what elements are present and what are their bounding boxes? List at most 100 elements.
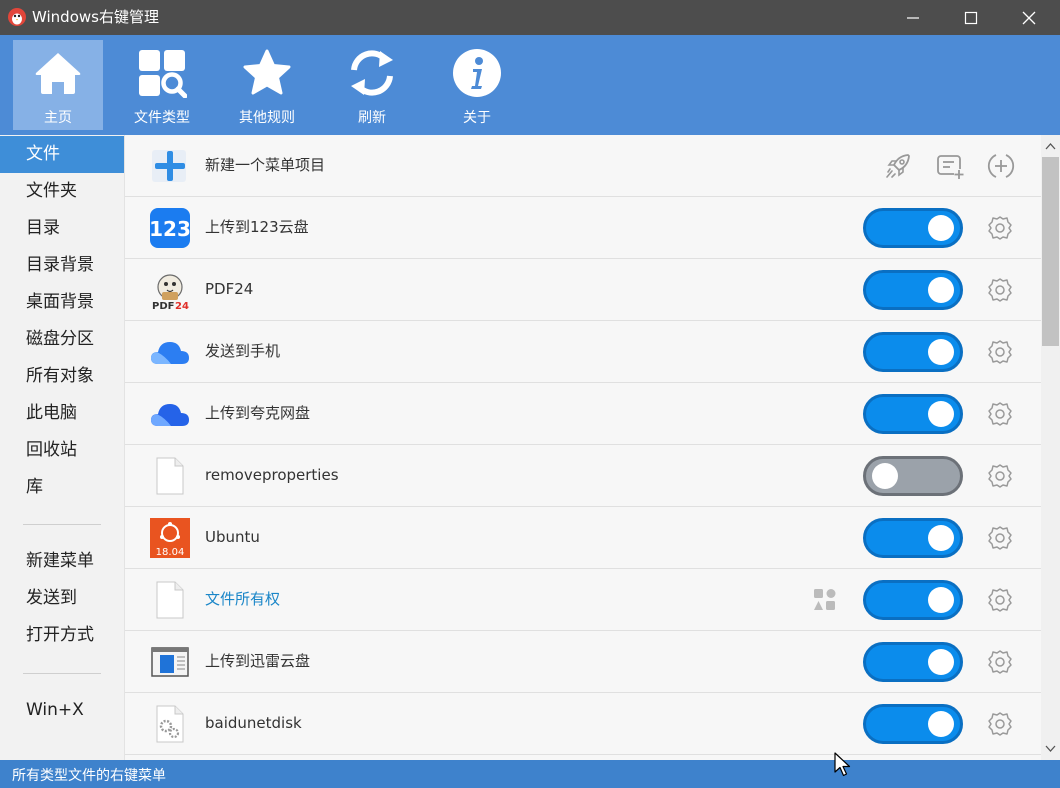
- cloud-icon: [151, 342, 189, 364]
- scrollbar-thumb[interactable]: [1042, 157, 1059, 346]
- gear-icon[interactable]: [987, 277, 1013, 303]
- svg-text:PDF: PDF: [152, 301, 174, 310]
- sidebar-item-winx[interactable]: Win+X: [0, 692, 124, 729]
- toggle-knob: [928, 525, 954, 551]
- new-menu-item-label: 新建一个菜单项目: [205, 156, 326, 174]
- file-types-icon: [139, 50, 187, 98]
- blank-file-icon: [156, 581, 184, 619]
- menu-item-label: removeproperties: [205, 466, 339, 484]
- sidebar-item-directory-background[interactable]: 目录背景: [0, 247, 124, 284]
- close-button[interactable]: [1000, 0, 1058, 35]
- status-bar: 所有类型文件的右键菜单: [0, 760, 1060, 788]
- sidebar-item-desktop-background[interactable]: 桌面背景: [0, 284, 124, 321]
- scroll-up-arrow-icon[interactable]: [1044, 140, 1057, 153]
- ubuntu-version-badge: 18.04: [156, 547, 185, 558]
- cloud-123-icon: 123: [150, 208, 190, 248]
- minimize-button[interactable]: [884, 0, 942, 35]
- menu-item-label: Ubuntu: [205, 528, 260, 546]
- menu-item-toggle[interactable]: [863, 642, 963, 682]
- sidebar-item-recycle-bin[interactable]: 回收站: [0, 432, 124, 469]
- gear-icon[interactable]: [987, 463, 1013, 489]
- gear-icon[interactable]: [987, 649, 1013, 675]
- tab-file-types-label: 文件类型: [134, 110, 190, 126]
- mouse-cursor-icon: [834, 752, 851, 777]
- sidebar-item-folder[interactable]: 文件夹: [0, 173, 124, 210]
- sidebar-item-send-to[interactable]: 发送到: [0, 580, 124, 617]
- window-app-icon: [151, 647, 189, 677]
- tab-about[interactable]: 关于: [432, 40, 522, 130]
- menu-item-row[interactable]: 发送到手机: [125, 321, 1041, 383]
- tab-home[interactable]: 主页: [13, 40, 103, 130]
- gear-icon[interactable]: [987, 215, 1013, 241]
- menu-item-row[interactable]: 123 上传到123云盘: [125, 197, 1041, 259]
- star-icon: [243, 49, 291, 95]
- sidebar-item-drive[interactable]: 磁盘分区: [0, 321, 124, 358]
- tab-home-label: 主页: [44, 110, 72, 126]
- svg-text:123: 123: [150, 217, 190, 241]
- tab-refresh[interactable]: 刷新: [327, 40, 417, 130]
- sidebar-divider: [23, 673, 101, 674]
- sidebar-item-open-with[interactable]: 打开方式: [0, 617, 124, 654]
- menu-item-toggle[interactable]: [863, 394, 963, 434]
- menu-item-row[interactable]: PDF 24 PDF24: [125, 259, 1041, 321]
- gear-icon[interactable]: [987, 525, 1013, 551]
- add-separator-icon[interactable]: [935, 151, 965, 181]
- sidebar: 文件 文件夹 目录 目录背景 桌面背景 磁盘分区 所有对象 此电脑 回收站 库 …: [0, 135, 125, 760]
- sidebar-divider: [23, 524, 101, 525]
- sidebar-item-library[interactable]: 库: [0, 469, 124, 506]
- toggle-knob: [928, 711, 954, 737]
- new-menu-item-row[interactable]: 新建一个菜单项目: [125, 135, 1041, 197]
- sidebar-item-new-menu[interactable]: 新建菜单: [0, 543, 124, 580]
- main-toolbar: 主页 文件类型 其他规则 刷新 关于: [0, 35, 1060, 135]
- menu-item-toggle[interactable]: [863, 208, 963, 248]
- tab-file-types[interactable]: 文件类型: [117, 40, 207, 130]
- menu-item-row[interactable]: baidunetdisk: [125, 693, 1041, 755]
- sidebar-item-this-pc[interactable]: 此电脑: [0, 395, 124, 432]
- svg-text:24: 24: [175, 301, 189, 310]
- title-bar: Windows右键管理: [0, 0, 1060, 35]
- info-icon: [453, 49, 501, 97]
- scroll-down-arrow-icon[interactable]: [1044, 742, 1057, 755]
- sidebar-item-directory[interactable]: 目录: [0, 210, 124, 247]
- window-title: Windows右键管理: [32, 8, 159, 26]
- tab-refresh-label: 刷新: [358, 110, 386, 126]
- app-logo-icon: [8, 8, 26, 26]
- menu-item-row[interactable]: 上传到夸克网盘: [125, 383, 1041, 445]
- toggle-knob: [928, 401, 954, 427]
- menu-item-toggle[interactable]: [863, 332, 963, 372]
- gear-icon[interactable]: [987, 587, 1013, 613]
- menu-item-toggle[interactable]: [863, 704, 963, 744]
- toggle-knob: [928, 277, 954, 303]
- maximize-icon: [964, 11, 978, 24]
- gear-icon[interactable]: [987, 339, 1013, 365]
- menu-item-label: 上传到123云盘: [205, 218, 309, 236]
- menu-item-toggle[interactable]: [863, 456, 963, 496]
- menu-item-label: PDF24: [205, 280, 254, 298]
- menu-item-label: 上传到夸克网盘: [205, 404, 311, 422]
- menu-item-list: 新建一个菜单项目 123 上传到123云盘 PDF 24 PDF24 发送到手机…: [125, 135, 1041, 760]
- toggle-knob: [872, 463, 898, 489]
- sidebar-item-file[interactable]: 文件: [0, 136, 124, 173]
- menu-item-row[interactable]: removeproperties: [125, 445, 1041, 507]
- menu-item-row[interactable]: 上传到迅雷云盘: [125, 631, 1041, 693]
- menu-item-row[interactable]: 文件所有权: [125, 569, 1041, 631]
- menu-item-toggle[interactable]: [863, 518, 963, 558]
- maximize-button[interactable]: [942, 0, 1000, 35]
- cloud-icon: [151, 404, 189, 426]
- add-circle-icon[interactable]: [986, 151, 1016, 181]
- tab-other-rules[interactable]: 其他规则: [222, 40, 312, 130]
- pdf24-icon: PDF 24: [152, 274, 189, 310]
- menu-item-toggle[interactable]: [863, 270, 963, 310]
- refresh-icon: [351, 50, 393, 96]
- menu-item-label: 上传到迅雷云盘: [205, 652, 311, 670]
- menu-item-row[interactable]: 18.04 Ubuntu: [125, 507, 1041, 569]
- shapes-icon[interactable]: [813, 588, 837, 612]
- menu-item-toggle[interactable]: [863, 580, 963, 620]
- add-plus-icon: [152, 150, 186, 182]
- minimize-icon: [907, 16, 919, 19]
- sidebar-item-all-objects[interactable]: 所有对象: [0, 358, 124, 395]
- gear-icon[interactable]: [987, 401, 1013, 427]
- rocket-icon[interactable]: [883, 151, 913, 181]
- vertical-scrollbar[interactable]: [1041, 135, 1060, 760]
- gear-icon[interactable]: [987, 711, 1013, 737]
